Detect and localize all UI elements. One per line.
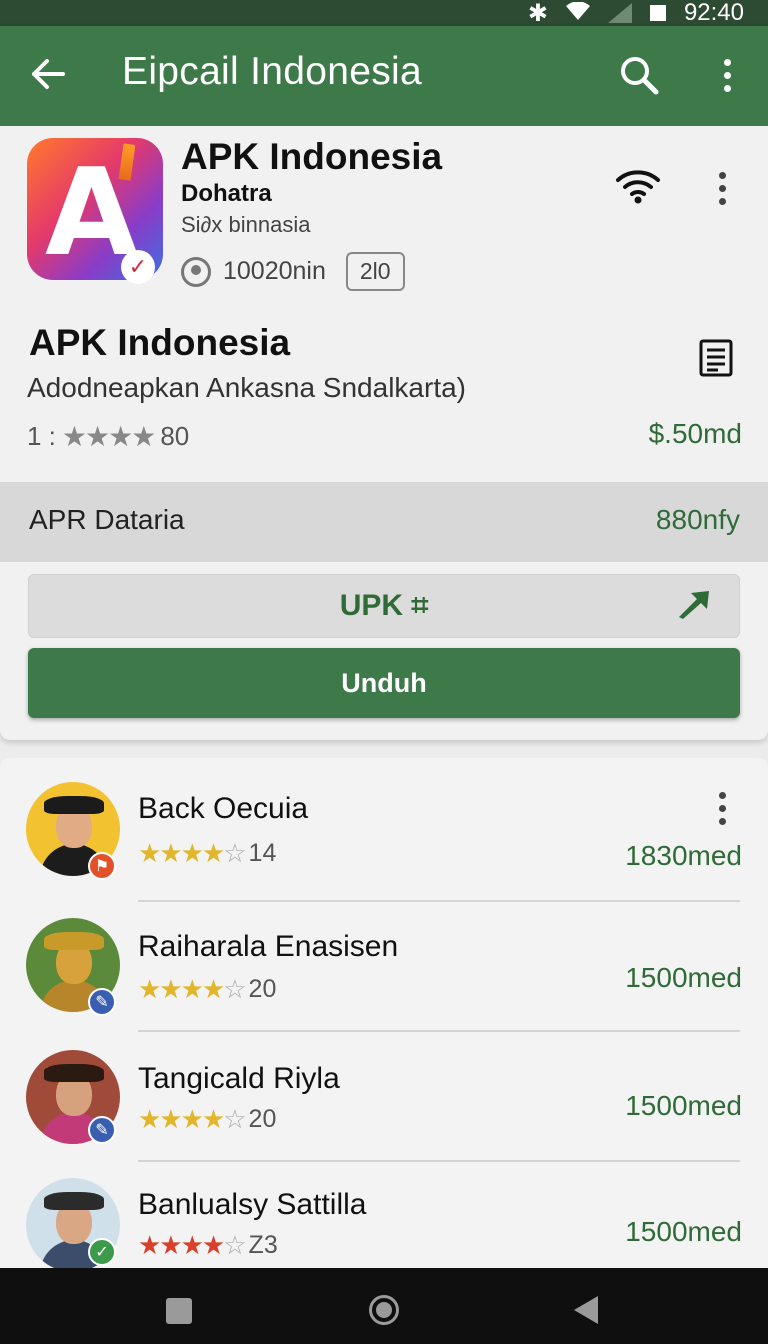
item-price: 1830med <box>625 840 742 871</box>
info-band: APR Dataria 880nfy <box>0 482 768 562</box>
rating-count: 80 <box>160 421 190 451</box>
verified-check-icon: ✓ <box>121 250 155 284</box>
system-nav-bar <box>0 1268 768 1344</box>
app-bar: Eipcail Indonesia <box>0 26 768 126</box>
back-icon[interactable] <box>574 1296 598 1324</box>
rating-stars: ★★★★ <box>61 421 156 452</box>
info-band-label: APR Dataria <box>29 504 185 535</box>
item-rating: ★★★★☆ 20 <box>138 1104 276 1135</box>
app-logo-icon: A ✓ <box>27 138 163 284</box>
app-name: APK Indonesia <box>181 136 443 177</box>
item-rating: ★★★★☆ Z3 <box>138 1230 278 1261</box>
status-time: 92:40 <box>683 0 744 26</box>
back-arrow-icon[interactable] <box>26 52 70 96</box>
app-price: $.50md <box>648 418 742 449</box>
list-item[interactable]: ✓ Banlualsy Sattilla ★★★★☆ Z3 1500med <box>0 1164 768 1268</box>
recent-apps-icon[interactable] <box>166 1298 192 1324</box>
app-title: APK Indonesia <box>29 322 291 363</box>
info-band-value: 880nfy <box>655 504 740 535</box>
share-arrow-icon[interactable] <box>675 587 711 628</box>
app-subtitle: Si∂x binnasia <box>181 212 311 237</box>
item-rating-count: 20 <box>248 1105 277 1133</box>
badge-icon: ✓ <box>88 1238 116 1266</box>
app-bar-title: Eipcail Indonesia <box>122 50 422 93</box>
download-button-label: Unduh <box>341 668 427 698</box>
item-rating-count: 20 <box>248 975 277 1003</box>
search-icon[interactable] <box>616 52 662 98</box>
battery-icon <box>649 5 666 21</box>
divider <box>138 1030 740 1032</box>
star-rating-icon: ★★★★☆ <box>138 974 247 1004</box>
star-rating-icon: ★★★★☆ <box>138 838 247 868</box>
document-icon[interactable] <box>698 338 734 378</box>
home-icon[interactable] <box>369 1295 399 1325</box>
item-price: 1500med <box>625 1090 742 1121</box>
item-price: 1500med <box>625 962 742 993</box>
app-list: ⚑ Back Oecuia ★★★★☆ 14 1830med ✎ Raihara… <box>0 758 768 1268</box>
divider <box>138 1160 740 1162</box>
version-badge: 2l0 <box>345 252 405 291</box>
upk-button-label: UPK ⌗ <box>339 589 429 622</box>
wifi-icon[interactable] <box>614 166 662 206</box>
card-more-vert-icon[interactable] <box>708 168 736 208</box>
badge-icon: ⚑ <box>88 852 116 880</box>
item-more-vert-icon[interactable] <box>708 790 736 826</box>
item-name: Tangicald Riyla <box>138 1062 340 1095</box>
app-rating: 1 : ★★★★ 80 <box>27 421 190 452</box>
upk-button[interactable]: UPK ⌗ <box>28 574 740 638</box>
location-pin-icon <box>181 256 211 287</box>
signal-icon <box>607 3 632 23</box>
app-detail-card: A ✓ APK Indonesia Dohatra Si∂x binnasia … <box>0 126 768 740</box>
list-item[interactable]: ✎ Raiharala Enasisen ★★★★☆ 20 1500med <box>0 902 768 1032</box>
item-name: Back Oecuia <box>138 792 309 825</box>
vibrate-icon: ✱ <box>527 0 548 27</box>
app-description: Adodneapkan Ankasna Sndalkarta) <box>27 372 466 403</box>
badge-icon: ✎ <box>88 988 116 1016</box>
list-item[interactable]: ✎ Tangicald Riyla ★★★★☆ 20 1500med <box>0 1034 768 1162</box>
list-item[interactable]: ⚑ Back Oecuia ★★★★☆ 14 1830med <box>0 758 768 902</box>
more-vert-icon[interactable] <box>712 52 742 98</box>
app-meta: 10020nin 2l0 <box>181 252 405 291</box>
item-rating-count: 14 <box>248 839 277 867</box>
item-price: 1500med <box>625 1216 742 1247</box>
item-name: Banlualsy Sattilla <box>138 1188 367 1221</box>
status-bar: ✱ 92:40 <box>0 0 768 27</box>
star-rating-icon: ★★★★☆ <box>138 1104 247 1134</box>
star-rating-icon: ★★★★☆ <box>138 1230 247 1260</box>
download-button[interactable]: Unduh <box>28 648 740 718</box>
item-rating: ★★★★☆ 14 <box>138 838 276 869</box>
location-text: 10020nin <box>223 257 326 285</box>
item-rating: ★★★★☆ 20 <box>138 974 276 1005</box>
item-rating-count: Z3 <box>248 1231 278 1259</box>
item-name: Raiharala Enasisen <box>138 930 399 963</box>
wifi-status-icon <box>565 0 590 27</box>
developer-name[interactable]: Dohatra <box>181 180 272 208</box>
badge-icon: ✎ <box>88 1116 116 1144</box>
